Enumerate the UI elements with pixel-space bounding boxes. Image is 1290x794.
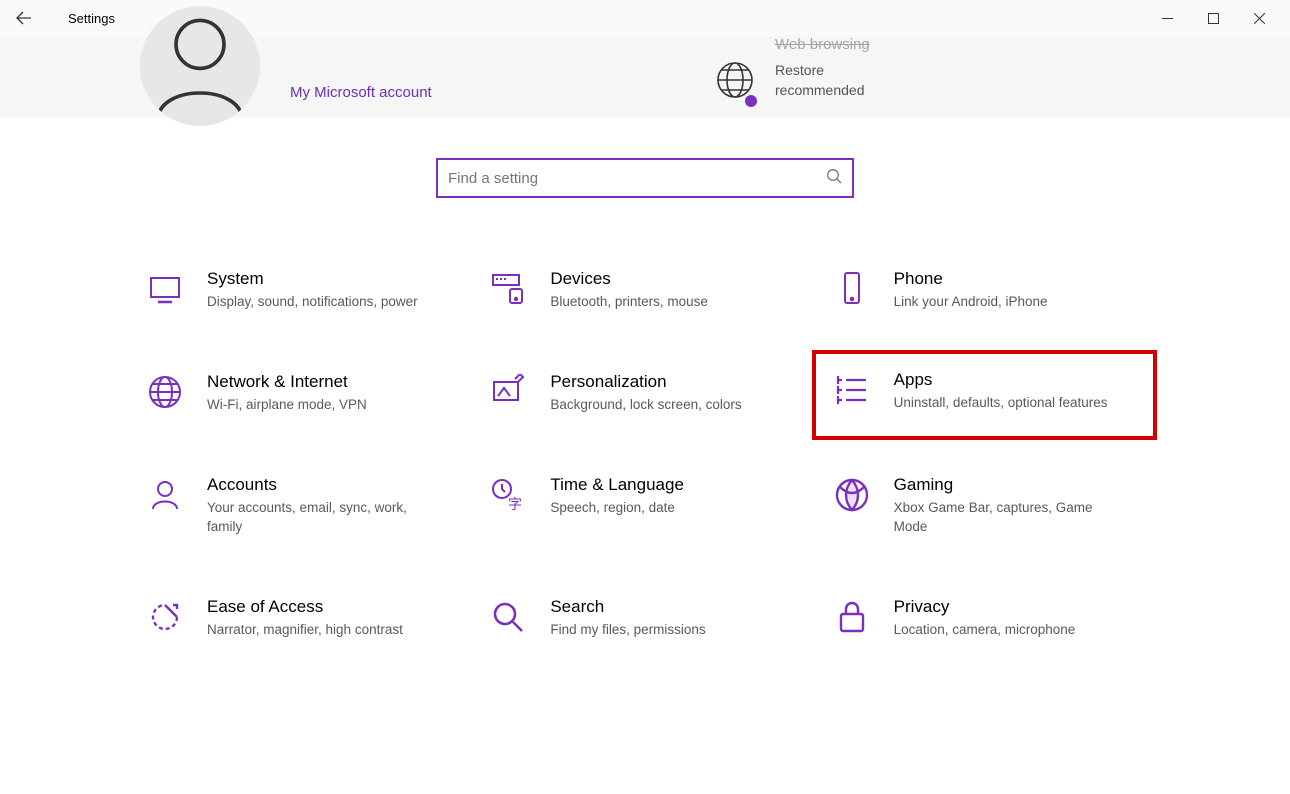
minimize-icon — [1162, 13, 1173, 24]
tile-title: Apps — [894, 370, 1108, 390]
close-icon — [1254, 13, 1265, 24]
tile-title: Ease of Access — [207, 597, 403, 617]
tile-system[interactable]: System Display, sound, notifications, po… — [145, 263, 458, 321]
tile-title: Network & Internet — [207, 372, 367, 392]
tile-title: Time & Language — [550, 475, 684, 495]
arrow-left-icon — [16, 10, 32, 26]
back-button[interactable] — [8, 2, 40, 34]
accounts-icon — [145, 475, 185, 515]
tile-desc: Bluetooth, printers, mouse — [550, 293, 708, 311]
maximize-button[interactable] — [1190, 2, 1236, 34]
tile-title: Gaming — [894, 475, 1114, 495]
ease-of-access-icon — [145, 597, 185, 637]
gaming-icon — [832, 475, 872, 515]
globe-icon — [715, 60, 755, 100]
status-dot — [745, 95, 757, 107]
tile-search[interactable]: Search Find my files, permissions — [488, 591, 801, 649]
tile-desc: Speech, region, date — [550, 499, 684, 517]
tile-desc: Wi-Fi, airplane mode, VPN — [207, 396, 367, 414]
tile-title: Accounts — [207, 475, 427, 495]
tile-desc: Uninstall, defaults, optional features — [894, 394, 1108, 412]
tile-desc: Display, sound, notifications, power — [207, 293, 418, 311]
window-title: Settings — [68, 11, 115, 26]
avatar — [140, 6, 260, 126]
tile-title: System — [207, 269, 418, 289]
settings-grid: System Display, sound, notifications, po… — [145, 263, 1145, 649]
search-tile-icon — [488, 597, 528, 637]
svg-text:字: 字 — [508, 496, 522, 512]
tile-desc: Location, camera, microphone — [894, 621, 1076, 639]
my-microsoft-account-link[interactable]: My Microsoft account — [290, 84, 432, 101]
search-icon — [826, 168, 842, 189]
time-language-icon: 字 — [488, 475, 528, 515]
avatar-placeholder-icon — [140, 6, 260, 126]
phone-icon — [832, 269, 872, 309]
network-icon — [145, 372, 185, 412]
web-browsing-subtitle: Restorerecommended — [775, 61, 870, 100]
privacy-icon — [832, 597, 872, 637]
tile-phone[interactable]: Phone Link your Android, iPhone — [832, 263, 1145, 321]
tile-desc: Narrator, magnifier, high contrast — [207, 621, 403, 639]
account-hero: My Microsoft account Web browsing Restor… — [0, 36, 1290, 118]
maximize-icon — [1208, 13, 1219, 24]
tile-desc: Background, lock screen, colors — [550, 396, 741, 414]
window-controls — [1144, 2, 1282, 34]
tile-devices[interactable]: Devices Bluetooth, printers, mouse — [488, 263, 801, 321]
tile-title: Search — [550, 597, 705, 617]
tile-title: Phone — [894, 269, 1048, 289]
tile-privacy[interactable]: Privacy Location, camera, microphone — [832, 591, 1145, 649]
web-browsing-title: Web browsing — [775, 36, 870, 53]
tile-desc: Your accounts, email, sync, work, family — [207, 499, 427, 535]
web-browsing-summary[interactable]: Web browsing Restorerecommended — [715, 36, 870, 105]
tile-desc: Link your Android, iPhone — [894, 293, 1048, 311]
tile-personalization[interactable]: Personalization Background, lock screen,… — [488, 366, 801, 424]
tile-desc: Xbox Game Bar, captures, Game Mode — [894, 499, 1114, 535]
tile-time-language[interactable]: 字 Time & Language Speech, region, date — [488, 469, 801, 545]
close-button[interactable] — [1236, 2, 1282, 34]
search-box[interactable] — [436, 158, 854, 198]
tile-title: Personalization — [550, 372, 741, 392]
tile-title: Privacy — [894, 597, 1076, 617]
tile-title: Devices — [550, 269, 708, 289]
apps-icon — [832, 370, 872, 410]
tile-gaming[interactable]: Gaming Xbox Game Bar, captures, Game Mod… — [832, 469, 1145, 545]
devices-icon — [488, 269, 528, 309]
tile-apps[interactable]: Apps Uninstall, defaults, optional featu… — [814, 352, 1155, 438]
search-input[interactable] — [448, 170, 826, 187]
personalization-icon — [488, 372, 528, 412]
tile-network[interactable]: Network & Internet Wi-Fi, airplane mode,… — [145, 366, 458, 424]
system-icon — [145, 269, 185, 309]
minimize-button[interactable] — [1144, 2, 1190, 34]
tile-desc: Find my files, permissions — [550, 621, 705, 639]
tile-accounts[interactable]: Accounts Your accounts, email, sync, wor… — [145, 469, 458, 545]
tile-ease-of-access[interactable]: Ease of Access Narrator, magnifier, high… — [145, 591, 458, 649]
